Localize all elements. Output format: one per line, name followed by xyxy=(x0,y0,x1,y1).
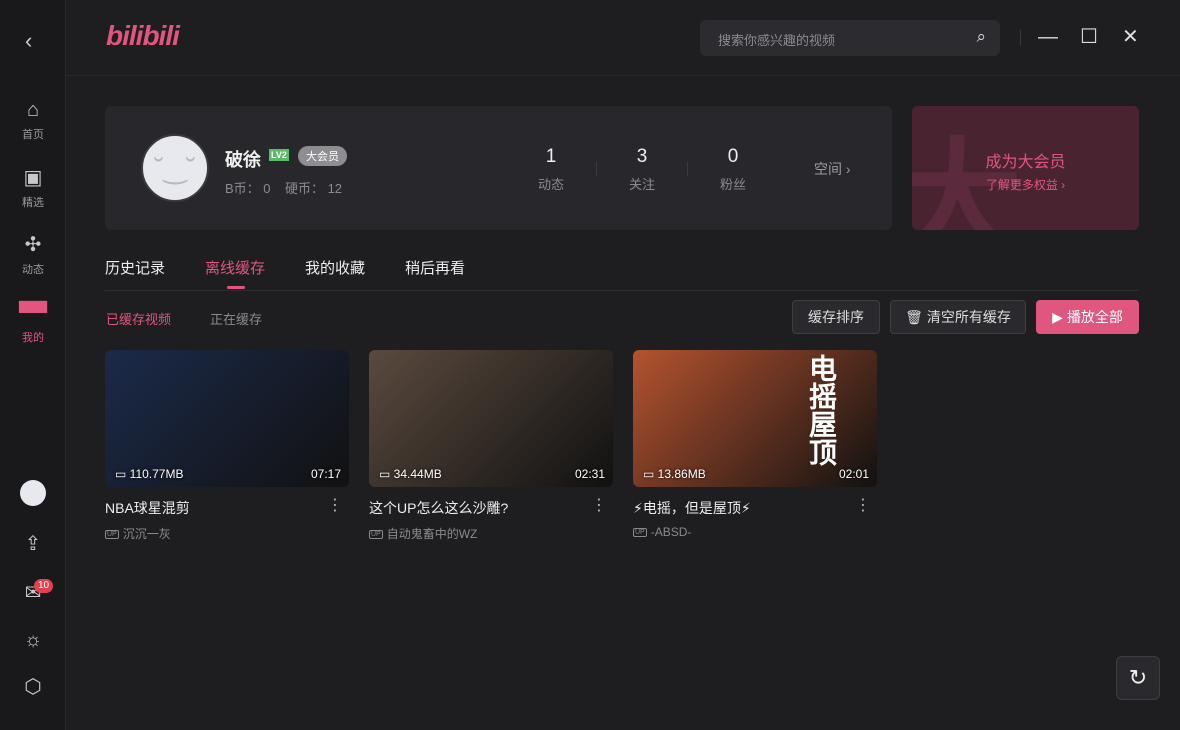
vip-card[interactable]: 大 成为大会员 了解更多权益 › xyxy=(912,106,1139,230)
tab-history[interactable]: 历史记录 xyxy=(105,257,165,278)
vip-more-link[interactable]: 了解更多权益 › xyxy=(912,176,1139,193)
video-title[interactable]: 这个UP怎么这么沙雕? xyxy=(369,498,613,518)
back-icon[interactable]: ‹ xyxy=(25,28,32,54)
sidebar-item-label: 动态 xyxy=(22,264,44,276)
tab-offline-cache[interactable]: 离线缓存 xyxy=(205,257,265,278)
maximize-icon[interactable]: ☐ xyxy=(1080,24,1098,50)
play-all-label: 播放全部 xyxy=(1067,309,1123,325)
avatar[interactable] xyxy=(20,480,46,506)
more-icon[interactable]: ⋮ xyxy=(855,495,871,515)
message-badge: 10 xyxy=(34,579,53,593)
video-card[interactable]: ▭ 110.77MB 07:17 NBA球星混剪 ⋮ UP沉沉一灰 xyxy=(105,350,349,542)
duration: 07:17 xyxy=(311,467,341,481)
up-icon: UP xyxy=(369,530,383,539)
play-all-button[interactable]: ▶ 播放全部 xyxy=(1036,300,1139,334)
coins: 硬币： 12 xyxy=(285,181,342,196)
sidebar-item-label: 我的 xyxy=(22,332,44,344)
home-icon: ⌂ xyxy=(0,98,66,122)
video-thumbnail[interactable]: 电摇屋顶 ▭ 13.86MB 02:01 xyxy=(633,350,877,487)
file-size: ▭ 110.77MB xyxy=(115,467,183,481)
vip-title: 成为大会员 xyxy=(912,148,1139,172)
sidebar-item-mine[interactable]: ▀▀ 我的 xyxy=(0,301,66,345)
b-coins: B币： 0 xyxy=(225,181,271,196)
uploader[interactable]: UP自动鬼畜中的WZ xyxy=(369,525,613,542)
pinwheel-icon: ✣ xyxy=(0,233,66,257)
upload-icon[interactable]: ⇪ xyxy=(0,532,66,560)
settings-icon[interactable]: ⬡ xyxy=(0,675,66,703)
tabs: 历史记录 离线缓存 我的收藏 稍后再看 xyxy=(105,257,1139,291)
profile-card: ˘‿˘ 破徐 LV2 大会员 B币： 0 硬币： 12 1动态 3关注 0粉丝 … xyxy=(105,106,892,230)
refresh-button[interactable]: ↻ xyxy=(1116,656,1160,700)
video-thumbnail[interactable]: ▭ 110.77MB 07:17 xyxy=(105,350,349,487)
tab-watch-later[interactable]: 稍后再看 xyxy=(405,257,465,278)
tv-icon: ▀▀ xyxy=(0,301,66,325)
sidebar: ‹ ⌂ 首页 ▣ 精选 ✣ 动态 ▀▀ 我的 ⇪ ✉ 10 ☼ ⬡ xyxy=(0,0,66,730)
uploader[interactable]: UP-ABSD- xyxy=(633,525,877,539)
video-card[interactable]: 电摇屋顶 ▭ 13.86MB 02:01 ⚡电摇，但是屋顶⚡ ⋮ UP-ABSD… xyxy=(633,350,877,539)
search-placeholder: 搜索你感兴趣的视频 xyxy=(718,33,835,48)
uploader[interactable]: UP沉沉一灰 xyxy=(105,525,349,542)
stat-following[interactable]: 3关注 xyxy=(612,146,672,193)
search-icon[interactable]: ⌕ xyxy=(976,27,986,47)
file-size: ▭ 13.86MB xyxy=(643,467,706,481)
coin-info: B币： 0 硬币： 12 xyxy=(225,178,342,197)
search-input[interactable]: 搜索你感兴趣的视频 ⌕ xyxy=(700,20,1000,56)
username: 破徐 xyxy=(225,146,261,172)
sidebar-item-label: 精选 xyxy=(22,197,44,209)
sidebar-item-featured[interactable]: ▣ 精选 xyxy=(0,166,66,210)
divider xyxy=(687,162,688,176)
sidebar-item-dynamics[interactable]: ✣ 动态 xyxy=(0,233,66,277)
sidebar-item-label: 首页 xyxy=(22,129,44,141)
subtab-caching[interactable]: 正在缓存 xyxy=(210,309,262,328)
more-icon[interactable]: ⋮ xyxy=(591,495,607,515)
video-title[interactable]: ⚡电摇，但是屋顶⚡ xyxy=(633,498,877,518)
up-icon: UP xyxy=(633,528,647,537)
sidebar-item-home[interactable]: ⌂ 首页 xyxy=(0,98,66,142)
video-thumbnail[interactable]: ▭ 34.44MB 02:31 xyxy=(369,350,613,487)
divider xyxy=(1020,30,1021,46)
divider xyxy=(596,162,597,176)
clear-cache-button[interactable]: 🗑 清空所有缓存 xyxy=(890,300,1026,334)
up-icon: UP xyxy=(105,530,119,539)
file-size: ▭ 34.44MB xyxy=(379,467,442,481)
mail-icon[interactable]: ✉ xyxy=(0,581,66,609)
subtab-cached[interactable]: 已缓存视频 xyxy=(106,309,171,328)
sort-button[interactable]: 缓存排序 xyxy=(792,300,880,334)
tab-favorites[interactable]: 我的收藏 xyxy=(305,257,365,278)
minimize-icon[interactable]: — xyxy=(1038,24,1058,50)
thumbnail-overlay-text: 电摇屋顶 xyxy=(807,354,837,466)
stat-dynamics[interactable]: 1动态 xyxy=(521,146,581,193)
bookmark-icon: ▣ xyxy=(0,166,66,190)
vip-badge: 大会员 xyxy=(298,146,347,166)
trash-icon: 🗑 xyxy=(905,309,923,325)
video-title[interactable]: NBA球星混剪 xyxy=(105,498,349,518)
video-card[interactable]: ▭ 34.44MB 02:31 这个UP怎么这么沙雕? ⋮ UP自动鬼畜中的WZ xyxy=(369,350,613,542)
bilibili-logo[interactable]: bilibili xyxy=(106,20,179,52)
close-icon[interactable]: ✕ xyxy=(1122,24,1139,50)
more-icon[interactable]: ⋮ xyxy=(327,495,343,515)
space-link[interactable]: 空间 › xyxy=(814,159,851,179)
topbar: bilibili 搜索你感兴趣的视频 ⌕ — ☐ ✕ xyxy=(66,0,1180,76)
level-badge: LV2 xyxy=(269,149,289,161)
profile-avatar[interactable]: ˘‿˘ xyxy=(141,134,209,202)
play-icon: ▶ xyxy=(1052,309,1063,325)
clear-label: 清空所有缓存 xyxy=(927,309,1011,325)
duration: 02:31 xyxy=(575,467,605,481)
duration: 02:01 xyxy=(839,467,869,481)
theme-icon[interactable]: ☼ xyxy=(0,628,66,656)
stat-fans[interactable]: 0粉丝 xyxy=(703,146,763,193)
